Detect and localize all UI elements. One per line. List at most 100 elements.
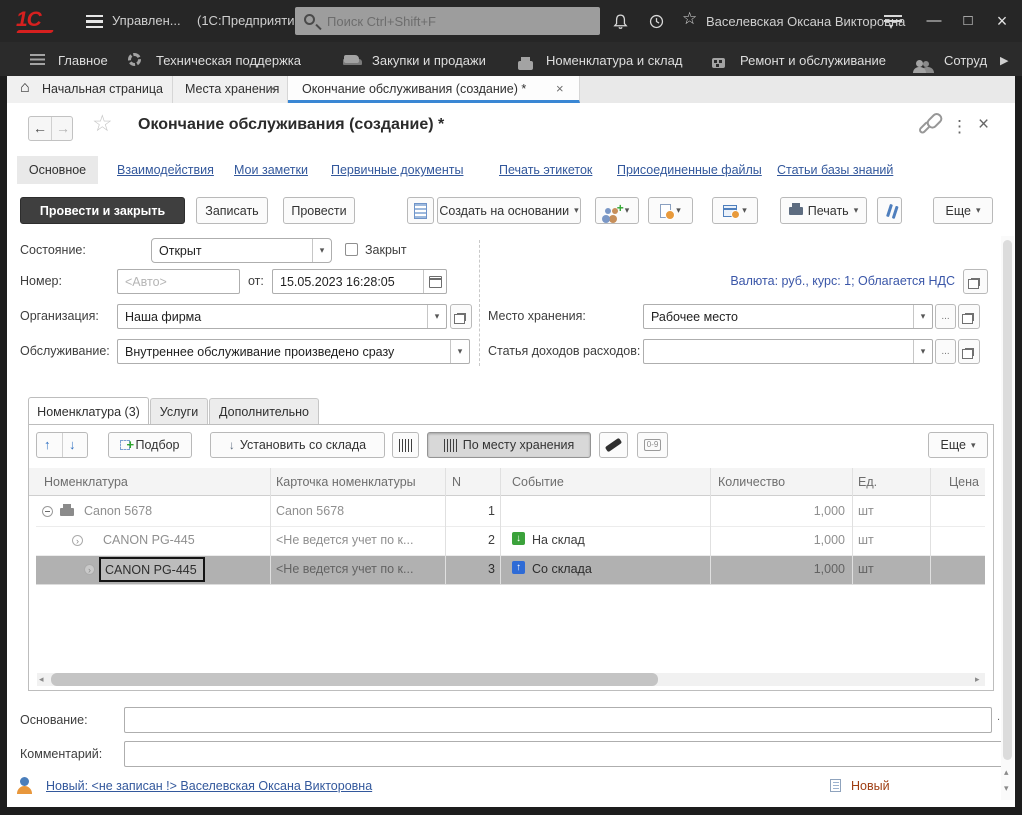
section-repair-service[interactable]: Ремонт и обслуживание [712, 53, 725, 71]
cell-nomenclature[interactable]: CANON PG-445 [105, 563, 203, 577]
cell-event[interactable]: Со склада [532, 562, 702, 576]
cell-nomenclature[interactable]: CANON PG-445 [103, 533, 266, 547]
cell-card[interactable]: <Не ведется учет по к... [276, 533, 441, 547]
minimize-button[interactable]: — [920, 7, 948, 35]
favorite-star-icon[interactable]: ☆ [92, 110, 113, 137]
service-combo[interactable]: Внутреннее обслуживание произведено сраз… [117, 339, 470, 364]
scanner-device-button[interactable] [599, 432, 628, 458]
pick-button[interactable]: Подбор [108, 432, 192, 458]
collapse-group-icon[interactable] [42, 506, 53, 517]
contacts-menu-button[interactable]: ▾ [595, 197, 639, 224]
barcode-scan-button[interactable] [392, 432, 419, 458]
tab-nomenclature[interactable]: Номенклатура (3) [28, 397, 149, 425]
cell-n[interactable]: 1 [445, 504, 495, 518]
global-search[interactable] [295, 7, 600, 35]
cell-card[interactable]: <Не ведется учет по к... [276, 562, 441, 576]
close-form-icon[interactable]: × [978, 114, 989, 136]
cell-n[interactable]: 2 [445, 533, 495, 547]
focused-cell[interactable]: CANON PG-445 [99, 557, 205, 582]
basis-field[interactable] [124, 707, 992, 733]
nav-link-interactions[interactable]: Взаимодействия [117, 163, 214, 177]
nav-link-knowledge-base[interactable]: Статьи базы знаний [777, 163, 893, 177]
back-button[interactable]: ← [33, 120, 47, 136]
currency-info-link[interactable]: Валюта: руб., курс: 1; Облагается НДС [600, 274, 955, 288]
nav-link-primary-documents[interactable]: Первичные документы [331, 163, 463, 177]
favorites-star-icon[interactable]: ☆ [682, 9, 697, 29]
move-down-button[interactable]: ↓ [69, 437, 76, 452]
col-header-unit[interactable]: Ед. [858, 475, 877, 489]
cell-quantity[interactable]: 1,000 [710, 504, 845, 518]
post-button[interactable]: Провести [283, 197, 355, 224]
tab-service-completion[interactable]: Окончание обслуживания (создание) * × [288, 76, 580, 103]
create-based-on-button[interactable]: Создать на основании▾ [437, 197, 581, 224]
vscrollbar-thumb[interactable] [1003, 240, 1012, 760]
section-employees[interactable]: Сотруд [916, 53, 923, 71]
dropdown-icon[interactable]: ▾ [427, 305, 446, 328]
cell-quantity[interactable]: 1,000 [710, 533, 845, 547]
print-button[interactable]: Печать▾ [780, 197, 867, 224]
col-header-price[interactable]: Цена [930, 475, 979, 489]
by-storage-place-toggle[interactable]: По месту хранения [427, 432, 591, 458]
hscroll-left-button[interactable]: ◂ [39, 675, 44, 684]
close-tab-icon[interactable]: × [269, 81, 277, 96]
cell-event[interactable]: На склад [532, 533, 702, 547]
number-input[interactable] [125, 275, 232, 289]
reports-menu-button[interactable]: ▾ [712, 197, 758, 224]
close-tab-icon[interactable]: × [556, 81, 564, 96]
tab-storage-places[interactable]: Места хранения × [173, 76, 288, 103]
search-input[interactable] [295, 7, 600, 35]
hscrollbar-thumb[interactable] [51, 673, 658, 686]
dropdown-icon[interactable]: ▾ [913, 305, 932, 328]
document-status-link[interactable]: Новый: <не записан !> Васелевская Оксана… [46, 779, 372, 793]
tab-home[interactable]: ⌂ Начальная страница [7, 76, 173, 103]
organization-open-button[interactable] [450, 304, 472, 329]
numeric-input-button[interactable]: 0-9 [637, 432, 668, 458]
cell-card[interactable]: Canon 5678 [276, 504, 441, 518]
cell-quantity[interactable]: 1,000 [710, 562, 845, 576]
cell-unit[interactable]: шт [858, 533, 918, 547]
section-nomenclature-warehouse[interactable]: Номенклатура и склад [518, 53, 533, 71]
basis-input[interactable] [132, 713, 984, 727]
tab-services[interactable]: Услуги [150, 398, 208, 425]
ribbon-scroll-right-icon[interactable]: ▶ [1000, 54, 1008, 67]
items-more-button[interactable]: Еще▾ [928, 432, 988, 458]
history-icon[interactable] [648, 13, 665, 35]
current-user-name[interactable]: Васелевская Оксана Викторовна [706, 14, 905, 29]
storage-place-combo[interactable]: Рабочее место ▾ [643, 304, 933, 329]
post-and-close-button[interactable]: Провести и закрыть [20, 197, 185, 224]
service-tools-button[interactable] [877, 197, 902, 224]
vscroll-down-button[interactable]: ▾ [1004, 784, 1009, 793]
cell-n[interactable]: 3 [445, 562, 495, 576]
forward-button[interactable]: → [56, 120, 70, 136]
closed-checkbox[interactable] [345, 243, 358, 256]
col-header-event[interactable]: Событие [512, 475, 564, 489]
datetime-field[interactable]: 15.05.2023 16:28:05 [272, 269, 447, 294]
dropdown-icon[interactable]: ▾ [312, 239, 331, 262]
move-up-button[interactable]: ↑ [44, 437, 51, 452]
number-field[interactable] [117, 269, 240, 294]
currency-open-button[interactable] [963, 269, 988, 294]
main-menu-icon[interactable] [86, 15, 103, 28]
maximize-button[interactable]: □ [954, 7, 982, 35]
cell-nomenclature[interactable]: Canon 5678 [84, 504, 266, 518]
nav-link-label-printing[interactable]: Печать этикеток [499, 163, 592, 177]
expense-item-choose-button[interactable]: ... [935, 339, 956, 364]
more-menu-dots-icon[interactable]: ⋮ [951, 117, 968, 137]
nav-link-attached-files[interactable]: Присоединенные файлы [617, 163, 762, 177]
storage-place-open-button[interactable] [958, 304, 980, 329]
cell-unit[interactable]: шт [858, 504, 918, 518]
cell-unit[interactable]: шт [858, 562, 918, 576]
organization-combo[interactable]: Наша фирма ▾ [117, 304, 447, 329]
dropdown-icon[interactable]: ▾ [450, 340, 469, 363]
hscroll-right-button[interactable]: ▸ [975, 675, 980, 684]
expense-item-combo[interactable]: ▾ [643, 339, 933, 364]
close-window-button[interactable]: × [988, 7, 1016, 35]
expense-item-open-button[interactable] [958, 339, 980, 364]
notifications-bell-icon[interactable] [612, 13, 629, 35]
set-from-warehouse-button[interactable]: ↓Установить со склада [210, 432, 385, 458]
write-button[interactable]: Записать [196, 197, 268, 224]
col-header-n[interactable]: N [452, 475, 461, 489]
vscroll-up-button[interactable]: ▴ [1004, 768, 1009, 777]
comment-input[interactable] [132, 747, 1005, 761]
calendar-button[interactable] [423, 270, 446, 293]
